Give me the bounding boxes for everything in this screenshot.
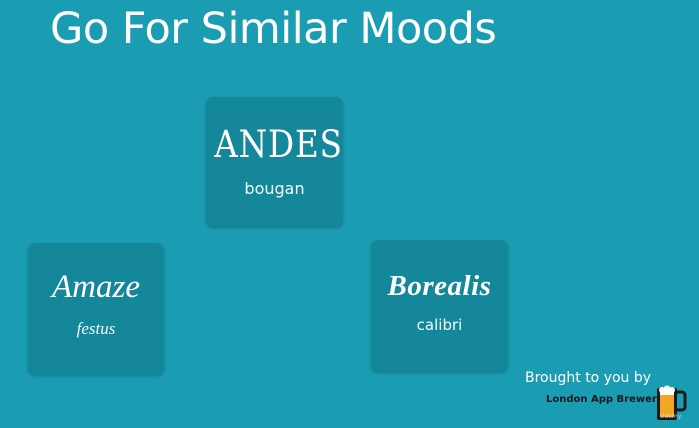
udemy-watermark: Udemy <box>660 413 682 420</box>
font-sample-text: Amaze <box>52 269 140 305</box>
font-name-label: bougan <box>244 179 305 198</box>
font-card-borealis: Borealis calibri <box>371 240 508 371</box>
font-name-label: festus <box>76 319 116 338</box>
font-sample-text: ANDES <box>214 123 343 166</box>
font-name-label: calibri <box>416 316 463 334</box>
credit-text: Brought to you by <box>525 370 652 386</box>
slide-title: Go For Similar Moods <box>50 4 497 54</box>
font-card-andes: ANDES bougan <box>206 97 343 226</box>
font-sample-text: Borealis <box>387 270 492 302</box>
brewery-name: London App Brewery <box>546 394 664 405</box>
font-card-amaze: Amaze festus <box>28 243 164 374</box>
